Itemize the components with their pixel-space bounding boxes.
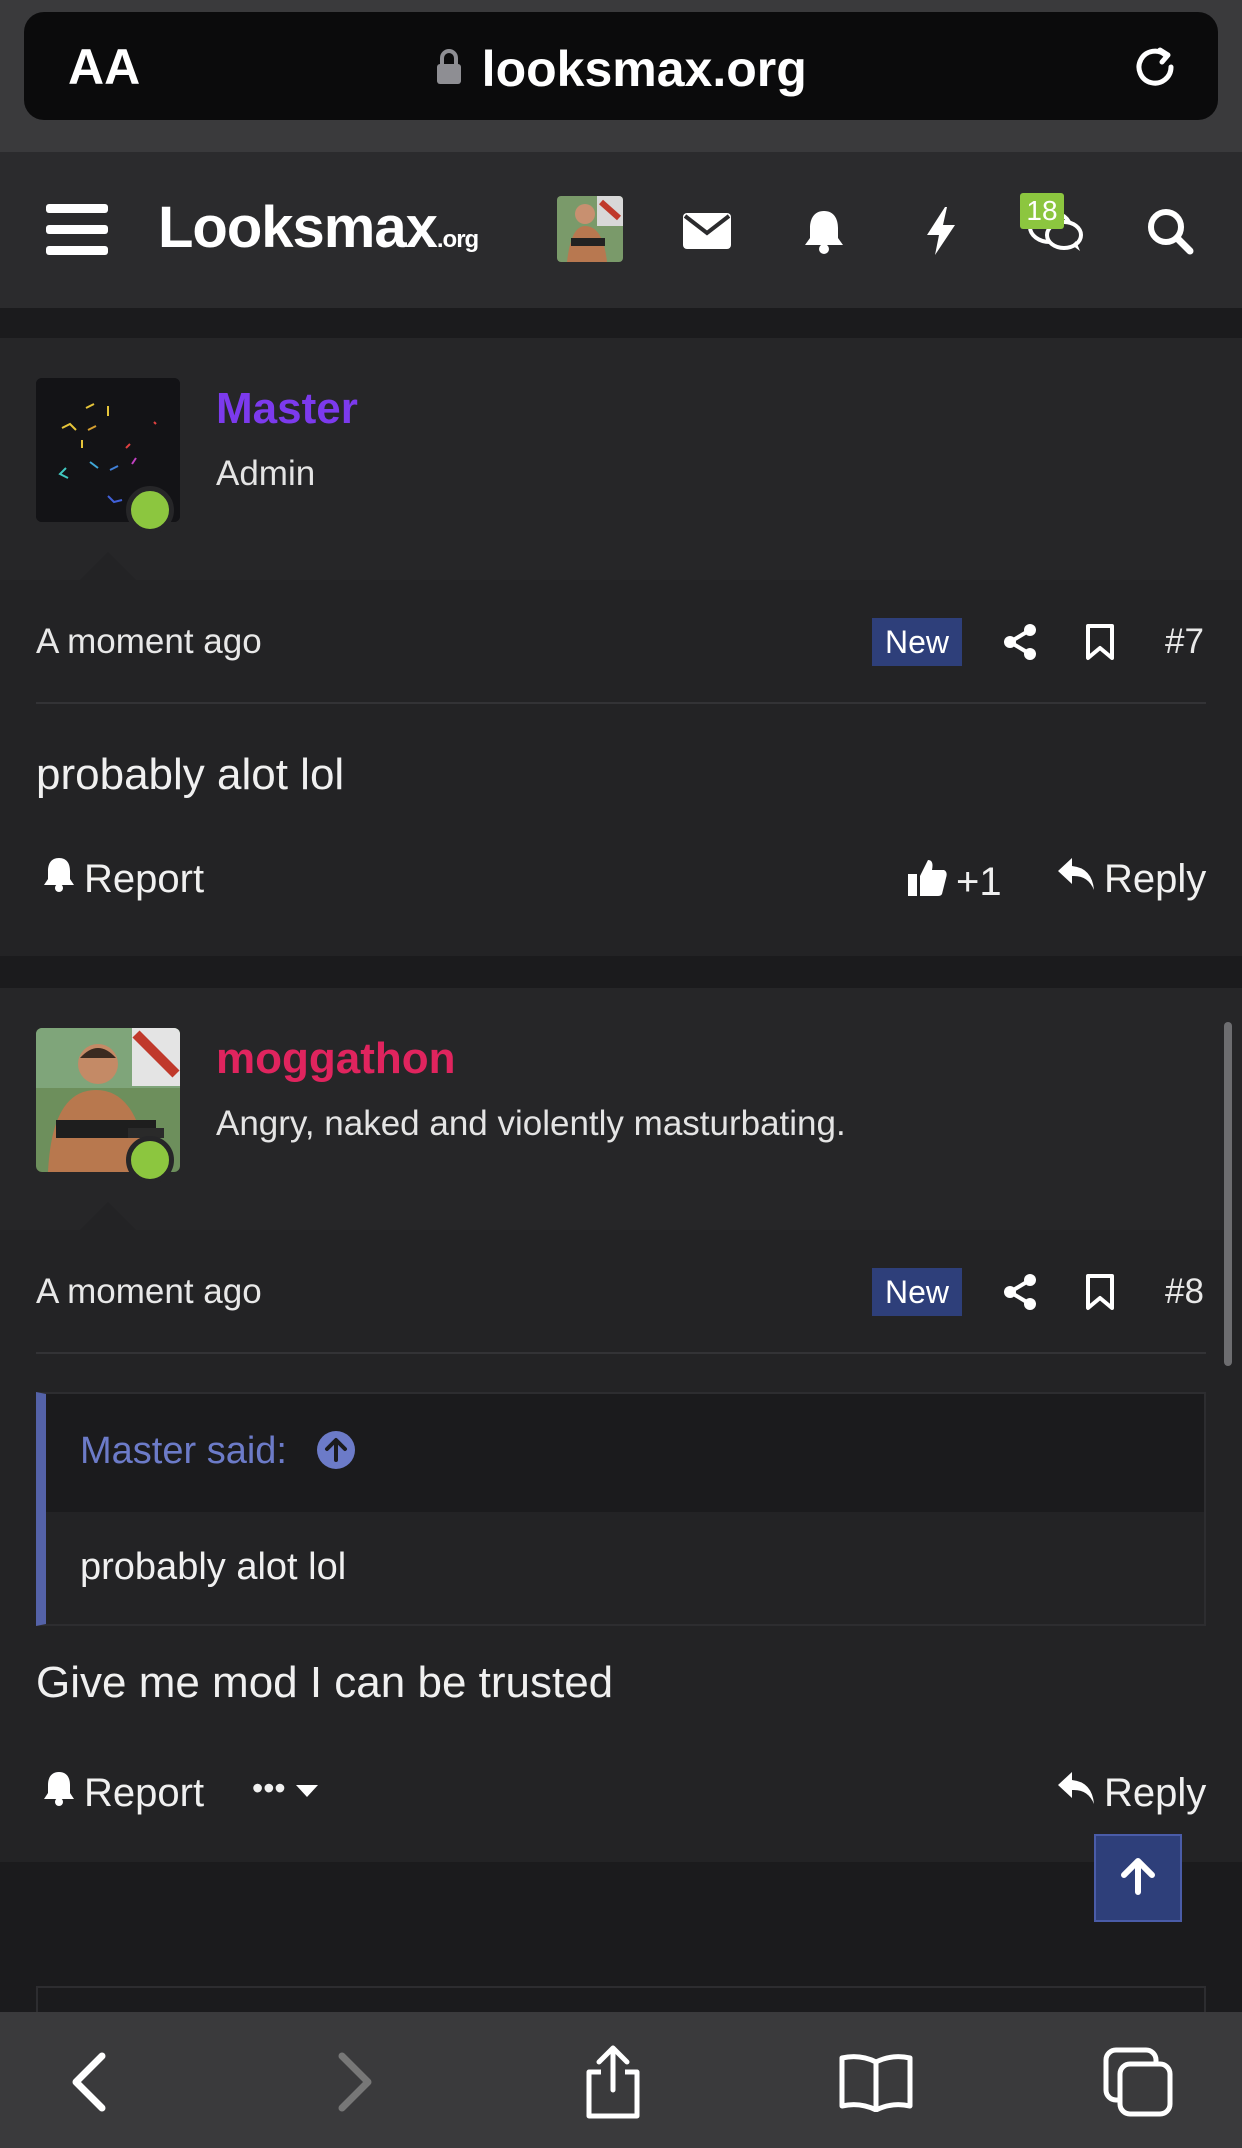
bell-icon — [42, 1770, 76, 1816]
quote-body: probably alot lol — [46, 1512, 1204, 1624]
user-title: Angry, naked and violently masturbating. — [216, 1104, 846, 1143]
username[interactable]: Master — [216, 384, 358, 434]
report-button[interactable]: Report — [42, 1770, 204, 1816]
report-button[interactable]: Report — [42, 856, 204, 902]
user-title: Admin — [216, 454, 316, 493]
new-badge: New — [872, 1268, 962, 1316]
quote-block: Master said: probably alot lol — [36, 1392, 1206, 1626]
thumbs-up-icon — [906, 856, 948, 908]
divider — [36, 702, 1206, 704]
account-avatar[interactable] — [557, 196, 623, 262]
bell-icon — [42, 856, 76, 902]
browser-top-bar: AA looksmax.org — [0, 0, 1242, 152]
menu-icon[interactable] — [46, 204, 108, 261]
reply-button[interactable]: Reply — [1056, 1770, 1206, 1816]
pointer-arrow — [80, 1202, 136, 1230]
more-label: ••• — [252, 1770, 286, 1806]
reply-button[interactable]: Reply — [1056, 856, 1206, 902]
quote-author[interactable]: Master said: — [80, 1430, 287, 1473]
pointer-arrow — [80, 552, 136, 580]
bell-icon[interactable] — [789, 196, 859, 266]
logo-text: Looksmax — [158, 195, 438, 260]
bookmarks-icon[interactable] — [836, 2042, 916, 2122]
address-bar[interactable]: AA looksmax.org — [24, 12, 1218, 120]
post-user-block: moggathon Angry, naked and violently mas… — [0, 988, 1242, 1230]
post-7: Master Admin A moment ago New #7 probabl… — [0, 338, 1242, 956]
inbox-icon[interactable] — [672, 196, 742, 266]
caret-down-icon — [294, 1770, 320, 1807]
search-icon[interactable] — [1135, 196, 1205, 266]
online-indicator — [126, 486, 174, 534]
more-options-button[interactable]: ••• — [252, 1770, 320, 1807]
lock-icon — [435, 48, 463, 91]
reload-icon[interactable] — [1130, 42, 1180, 97]
share-icon[interactable] — [998, 1270, 1042, 1314]
share-sheet-icon[interactable] — [573, 2042, 653, 2122]
post-time[interactable]: A moment ago — [36, 1272, 262, 1312]
like-button[interactable]: +1 — [906, 856, 1002, 908]
scrollbar[interactable] — [1224, 1022, 1232, 1366]
back-to-top-button[interactable] — [1094, 1834, 1182, 1922]
url-display[interactable]: looksmax.org — [24, 40, 1218, 98]
bookmark-icon[interactable] — [1078, 620, 1122, 664]
post-user-block: Master Admin — [0, 338, 1242, 580]
reply-label: Reply — [1104, 856, 1207, 901]
reply-icon — [1056, 856, 1096, 902]
quote-header[interactable]: Master said: — [46, 1394, 1204, 1512]
jump-to-quote-icon[interactable] — [316, 1430, 356, 1475]
report-label: Report — [84, 856, 205, 901]
url-text: looksmax.org — [481, 41, 807, 97]
site-header: Looksmax.org — [0, 152, 1242, 308]
share-icon[interactable] — [998, 620, 1042, 664]
post-body: probably alot lol — [36, 750, 345, 799]
quote-text: probably alot lol — [80, 1546, 347, 1588]
post-time[interactable]: A moment ago — [36, 622, 262, 662]
site-logo[interactable]: Looksmax.org — [158, 194, 479, 261]
like-count: +1 — [956, 859, 1002, 904]
new-badge: New — [872, 618, 962, 666]
online-indicator — [126, 1136, 174, 1184]
username[interactable]: moggathon — [216, 1034, 456, 1084]
divider — [36, 1352, 1206, 1354]
page-footer-area — [0, 1862, 1242, 2026]
report-label: Report — [84, 1770, 205, 1815]
post-number[interactable]: #8 — [1165, 1272, 1204, 1312]
lightning-icon[interactable] — [906, 196, 976, 266]
forward-icon[interactable] — [316, 2042, 396, 2122]
post-number[interactable]: #7 — [1165, 622, 1204, 662]
spacer — [0, 308, 1242, 338]
back-icon[interactable] — [48, 2042, 128, 2122]
reply-icon — [1056, 1770, 1096, 1816]
logo-suffix: .org — [436, 226, 479, 253]
arrow-up-icon — [1118, 1856, 1158, 1901]
bookmark-icon[interactable] — [1078, 1270, 1122, 1314]
spacer — [0, 956, 1242, 988]
post-body: Give me mod I can be trusted — [36, 1658, 614, 1707]
browser-toolbar — [0, 2012, 1242, 2148]
tabs-icon[interactable] — [1098, 2042, 1178, 2122]
conversations-count-badge: 18 — [1020, 193, 1064, 229]
post-8: moggathon Angry, naked and violently mas… — [0, 988, 1242, 1862]
reply-label: Reply — [1104, 1770, 1207, 1815]
